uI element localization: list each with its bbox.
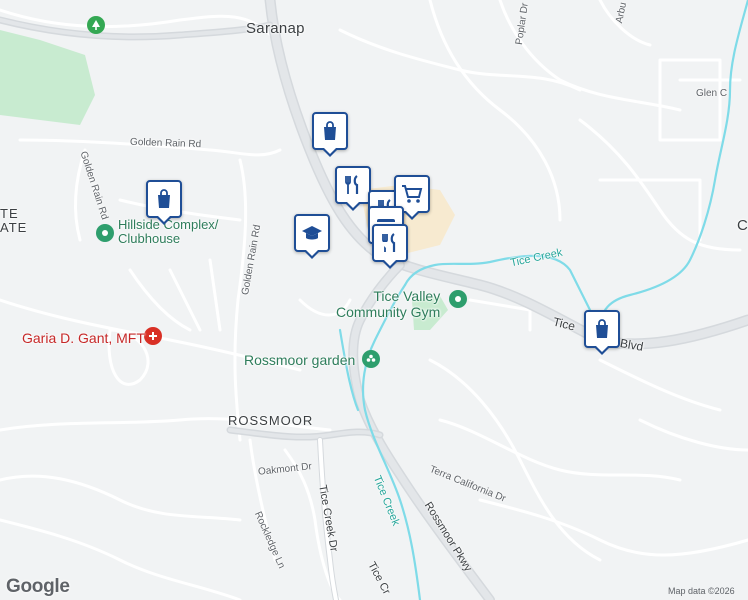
place-label-partial-left: TE: [0, 206, 19, 221]
place-label-partial-left2: ATE: [0, 220, 28, 235]
school-marker[interactable]: [294, 214, 330, 259]
poi-label-garia[interactable]: Garia D. Gant, MFT: [22, 330, 145, 346]
shopping-cart-icon: [402, 185, 423, 203]
restaurant-icon: [345, 175, 359, 194]
shopping-marker-top[interactable]: [312, 112, 348, 157]
shopping-bag-icon: [596, 319, 608, 338]
place-label-partial-right: C: [737, 217, 748, 234]
poi-label-garden[interactable]: Rossmoor garden: [244, 352, 355, 368]
restaurant-marker-1[interactable]: [335, 166, 371, 211]
poi-label-gym[interactable]: Tice Valley Community Gym: [336, 288, 440, 320]
place-label-rossmoor: ROSSMOOR: [228, 413, 314, 428]
shopping-bag-icon: [324, 121, 336, 140]
hillside-poi-icon[interactable]: [96, 224, 114, 242]
medical-poi-icon[interactable]: [144, 327, 162, 345]
shopping-marker-left[interactable]: [146, 180, 182, 225]
shopping-marker-right[interactable]: [584, 310, 620, 355]
place-label-saranap: Saranap: [246, 20, 305, 37]
gym-poi-icon[interactable]: [449, 290, 467, 308]
park-tree-icon[interactable]: [87, 16, 105, 34]
garden-poi-icon[interactable]: [362, 350, 380, 368]
google-logo: Google: [6, 576, 70, 597]
shopping-bag-icon: [158, 189, 170, 208]
street-glen: Glen C: [696, 88, 728, 99]
map-data-attribution[interactable]: Map data ©2026: [668, 586, 735, 596]
school-icon: [302, 226, 322, 240]
